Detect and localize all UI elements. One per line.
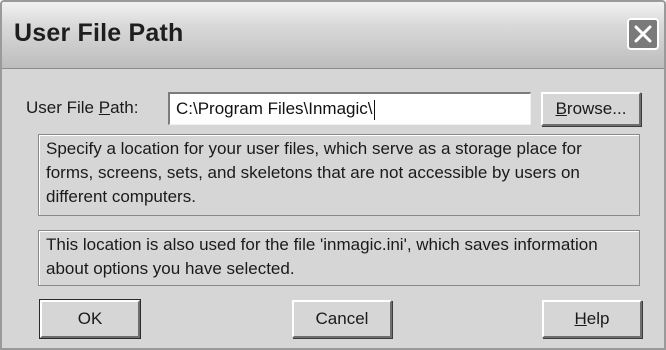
- user-file-path-input[interactable]: C:\Program Files\Inmagic\: [168, 92, 531, 125]
- close-icon: [634, 25, 652, 43]
- path-input-value: C:\Program Files\Inmagic\: [176, 99, 373, 118]
- ok-button[interactable]: OK: [39, 299, 141, 339]
- help-button[interactable]: Help: [542, 300, 642, 338]
- text-caret: [373, 99, 375, 120]
- title-bar[interactable]: User File Path: [2, 2, 664, 69]
- description-text: Specify a location for your user files, …: [38, 134, 640, 216]
- ini-note-text: This location is also used for the file …: [38, 230, 640, 286]
- cancel-button[interactable]: Cancel: [292, 300, 392, 338]
- user-file-path-label: User File Path:: [26, 98, 139, 117]
- close-button[interactable]: [627, 18, 659, 50]
- dialog-title: User File Path: [14, 19, 184, 47]
- user-file-path-dialog: User File Path User File Path: C:\Progra…: [0, 0, 666, 350]
- browse-button[interactable]: Browse...: [541, 92, 641, 126]
